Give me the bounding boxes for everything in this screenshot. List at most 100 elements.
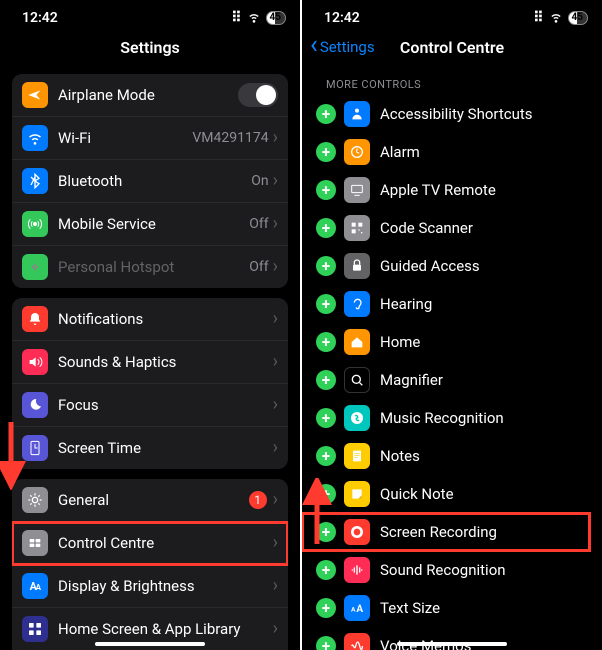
settings-row-wifi[interactable]: Wi-FiVM4291174 ›: [12, 117, 288, 160]
section-header-more-controls: More Controls: [302, 64, 602, 95]
add-button[interactable]: +: [316, 370, 336, 390]
settings-row-cc[interactable]: Control Centre›: [12, 522, 288, 565]
hotspot-icon: [22, 254, 48, 280]
add-button[interactable]: +: [316, 446, 336, 466]
status-bar: 12:42 ⠿ 45: [302, 0, 602, 30]
settings-row-mobile[interactable]: Mobile ServiceOff›: [12, 203, 288, 246]
row-label: Control Centre: [58, 534, 273, 552]
control-row-qnote[interactable]: +Quick Note: [302, 475, 590, 513]
record-icon: [344, 519, 370, 545]
add-button[interactable]: +: [316, 294, 336, 314]
house-icon: [344, 329, 370, 355]
svg-text:A: A: [356, 604, 363, 615]
add-button[interactable]: +: [316, 484, 336, 504]
clock-icon: [344, 139, 370, 165]
person-icon: [344, 101, 370, 127]
control-row-ear[interactable]: + Hearing: [302, 285, 590, 323]
chevron-right-icon: ›: [273, 310, 278, 328]
control-label: Hearing: [380, 295, 580, 313]
wifi-icon: [22, 125, 48, 151]
back-button[interactable]: Settings: [310, 38, 375, 56]
settings-row-sounds[interactable]: Sounds & Haptics›: [12, 341, 288, 384]
settings-row-airplane[interactable]: Airplane Mode: [12, 74, 288, 117]
focus-icon: [22, 392, 48, 418]
control-row-person[interactable]: +Accessibility Shortcuts: [302, 95, 590, 133]
control-row-text[interactable]: +AAText Size: [302, 589, 590, 627]
add-button[interactable]: +: [316, 104, 336, 124]
row-label: Home Screen & App Library: [58, 620, 273, 638]
svg-text:A: A: [36, 583, 42, 592]
settings-row-notif[interactable]: Notifications›: [12, 298, 288, 341]
control-row-tv[interactable]: + Apple TV Remote: [302, 171, 590, 209]
add-button[interactable]: +: [316, 408, 336, 428]
add-button[interactable]: +: [316, 256, 336, 276]
chevron-right-icon: ›: [273, 129, 278, 147]
settings-row-hotspot[interactable]: Personal HotspotOff›: [12, 246, 288, 288]
general-icon: [22, 487, 48, 513]
control-label: Guided Access: [380, 257, 580, 275]
row-label: Airplane Mode: [58, 86, 238, 104]
add-button[interactable]: +: [316, 332, 336, 352]
badge: 1: [249, 491, 267, 509]
status-bar: 12:42 ⠿ 45: [0, 0, 300, 30]
row-value: VM4291174: [192, 130, 268, 146]
control-label: Screen Recording: [380, 523, 580, 541]
settings-row-general[interactable]: General1›: [12, 479, 288, 522]
cell-icon: ⠿: [533, 10, 543, 26]
add-button[interactable]: +: [316, 180, 336, 200]
mobile-icon: [22, 211, 48, 237]
control-row-clock[interactable]: +Alarm: [302, 133, 590, 171]
wave-icon: [344, 557, 370, 583]
settings-row-display[interactable]: AADisplay & Brightness›: [12, 565, 288, 608]
notif-icon: [22, 306, 48, 332]
qnote-icon: [344, 481, 370, 507]
settings-row-focus[interactable]: Focus›: [12, 384, 288, 427]
add-button[interactable]: +: [316, 636, 336, 650]
settings-row-screent[interactable]: Screen Time›: [12, 427, 288, 469]
row-value: On: [251, 173, 268, 189]
svg-text:A: A: [351, 605, 356, 613]
control-label: Apple TV Remote: [380, 181, 580, 199]
row-value: Off: [249, 259, 268, 275]
battery-indicator: 45: [568, 11, 588, 25]
status-indicators: ⠿ 45: [231, 8, 286, 28]
add-button[interactable]: +: [316, 522, 336, 542]
chevron-right-icon: ›: [273, 620, 278, 638]
mag-icon: [344, 367, 370, 393]
display-icon: AA: [22, 573, 48, 599]
airplane-icon: [22, 82, 48, 108]
control-centre-screen: 12:42 ⠿ 45 Settings Control Centre More …: [302, 0, 602, 650]
add-button[interactable]: +: [316, 560, 336, 580]
control-row-note[interactable]: + Notes: [302, 437, 590, 475]
control-row-lock[interactable]: + Guided Access: [302, 247, 590, 285]
add-button[interactable]: +: [316, 142, 336, 162]
control-label: Notes: [380, 447, 580, 465]
row-label: Personal Hotspot: [58, 258, 249, 276]
control-row-house[interactable]: +Home: [302, 323, 590, 361]
add-button[interactable]: +: [316, 598, 336, 618]
settings-group-connectivity: Airplane ModeWi-FiVM4291174›BluetoothOn›…: [12, 74, 288, 288]
control-row-record[interactable]: + Screen Recording: [302, 513, 590, 551]
qr-icon: [344, 215, 370, 241]
control-row-wave[interactable]: +Sound Recognition: [302, 551, 590, 589]
toggle-switch[interactable]: [238, 83, 278, 107]
row-label: Focus: [58, 396, 273, 414]
add-button[interactable]: +: [316, 218, 336, 238]
nav-bar: Settings: [0, 30, 300, 64]
home-icon: [22, 616, 48, 642]
shazam-icon: [344, 405, 370, 431]
control-label: Magnifier: [380, 371, 580, 389]
control-row-mag[interactable]: + Magnifier: [302, 361, 590, 399]
row-label: Bluetooth: [58, 172, 251, 190]
screent-icon: [22, 435, 48, 461]
sounds-icon: [22, 349, 48, 375]
control-row-voice[interactable]: +Voice Memos: [302, 627, 590, 650]
settings-row-bt[interactable]: BluetoothOn›: [12, 160, 288, 203]
chevron-right-icon: ›: [273, 215, 278, 233]
text-icon: AA: [344, 595, 370, 621]
control-row-shazam[interactable]: +Music Recognition: [302, 399, 590, 437]
nav-bar: Settings Control Centre: [302, 30, 602, 64]
control-row-qr[interactable]: +Code Scanner: [302, 209, 590, 247]
row-label: Wi-Fi: [58, 129, 192, 147]
row-label: General: [58, 491, 249, 509]
